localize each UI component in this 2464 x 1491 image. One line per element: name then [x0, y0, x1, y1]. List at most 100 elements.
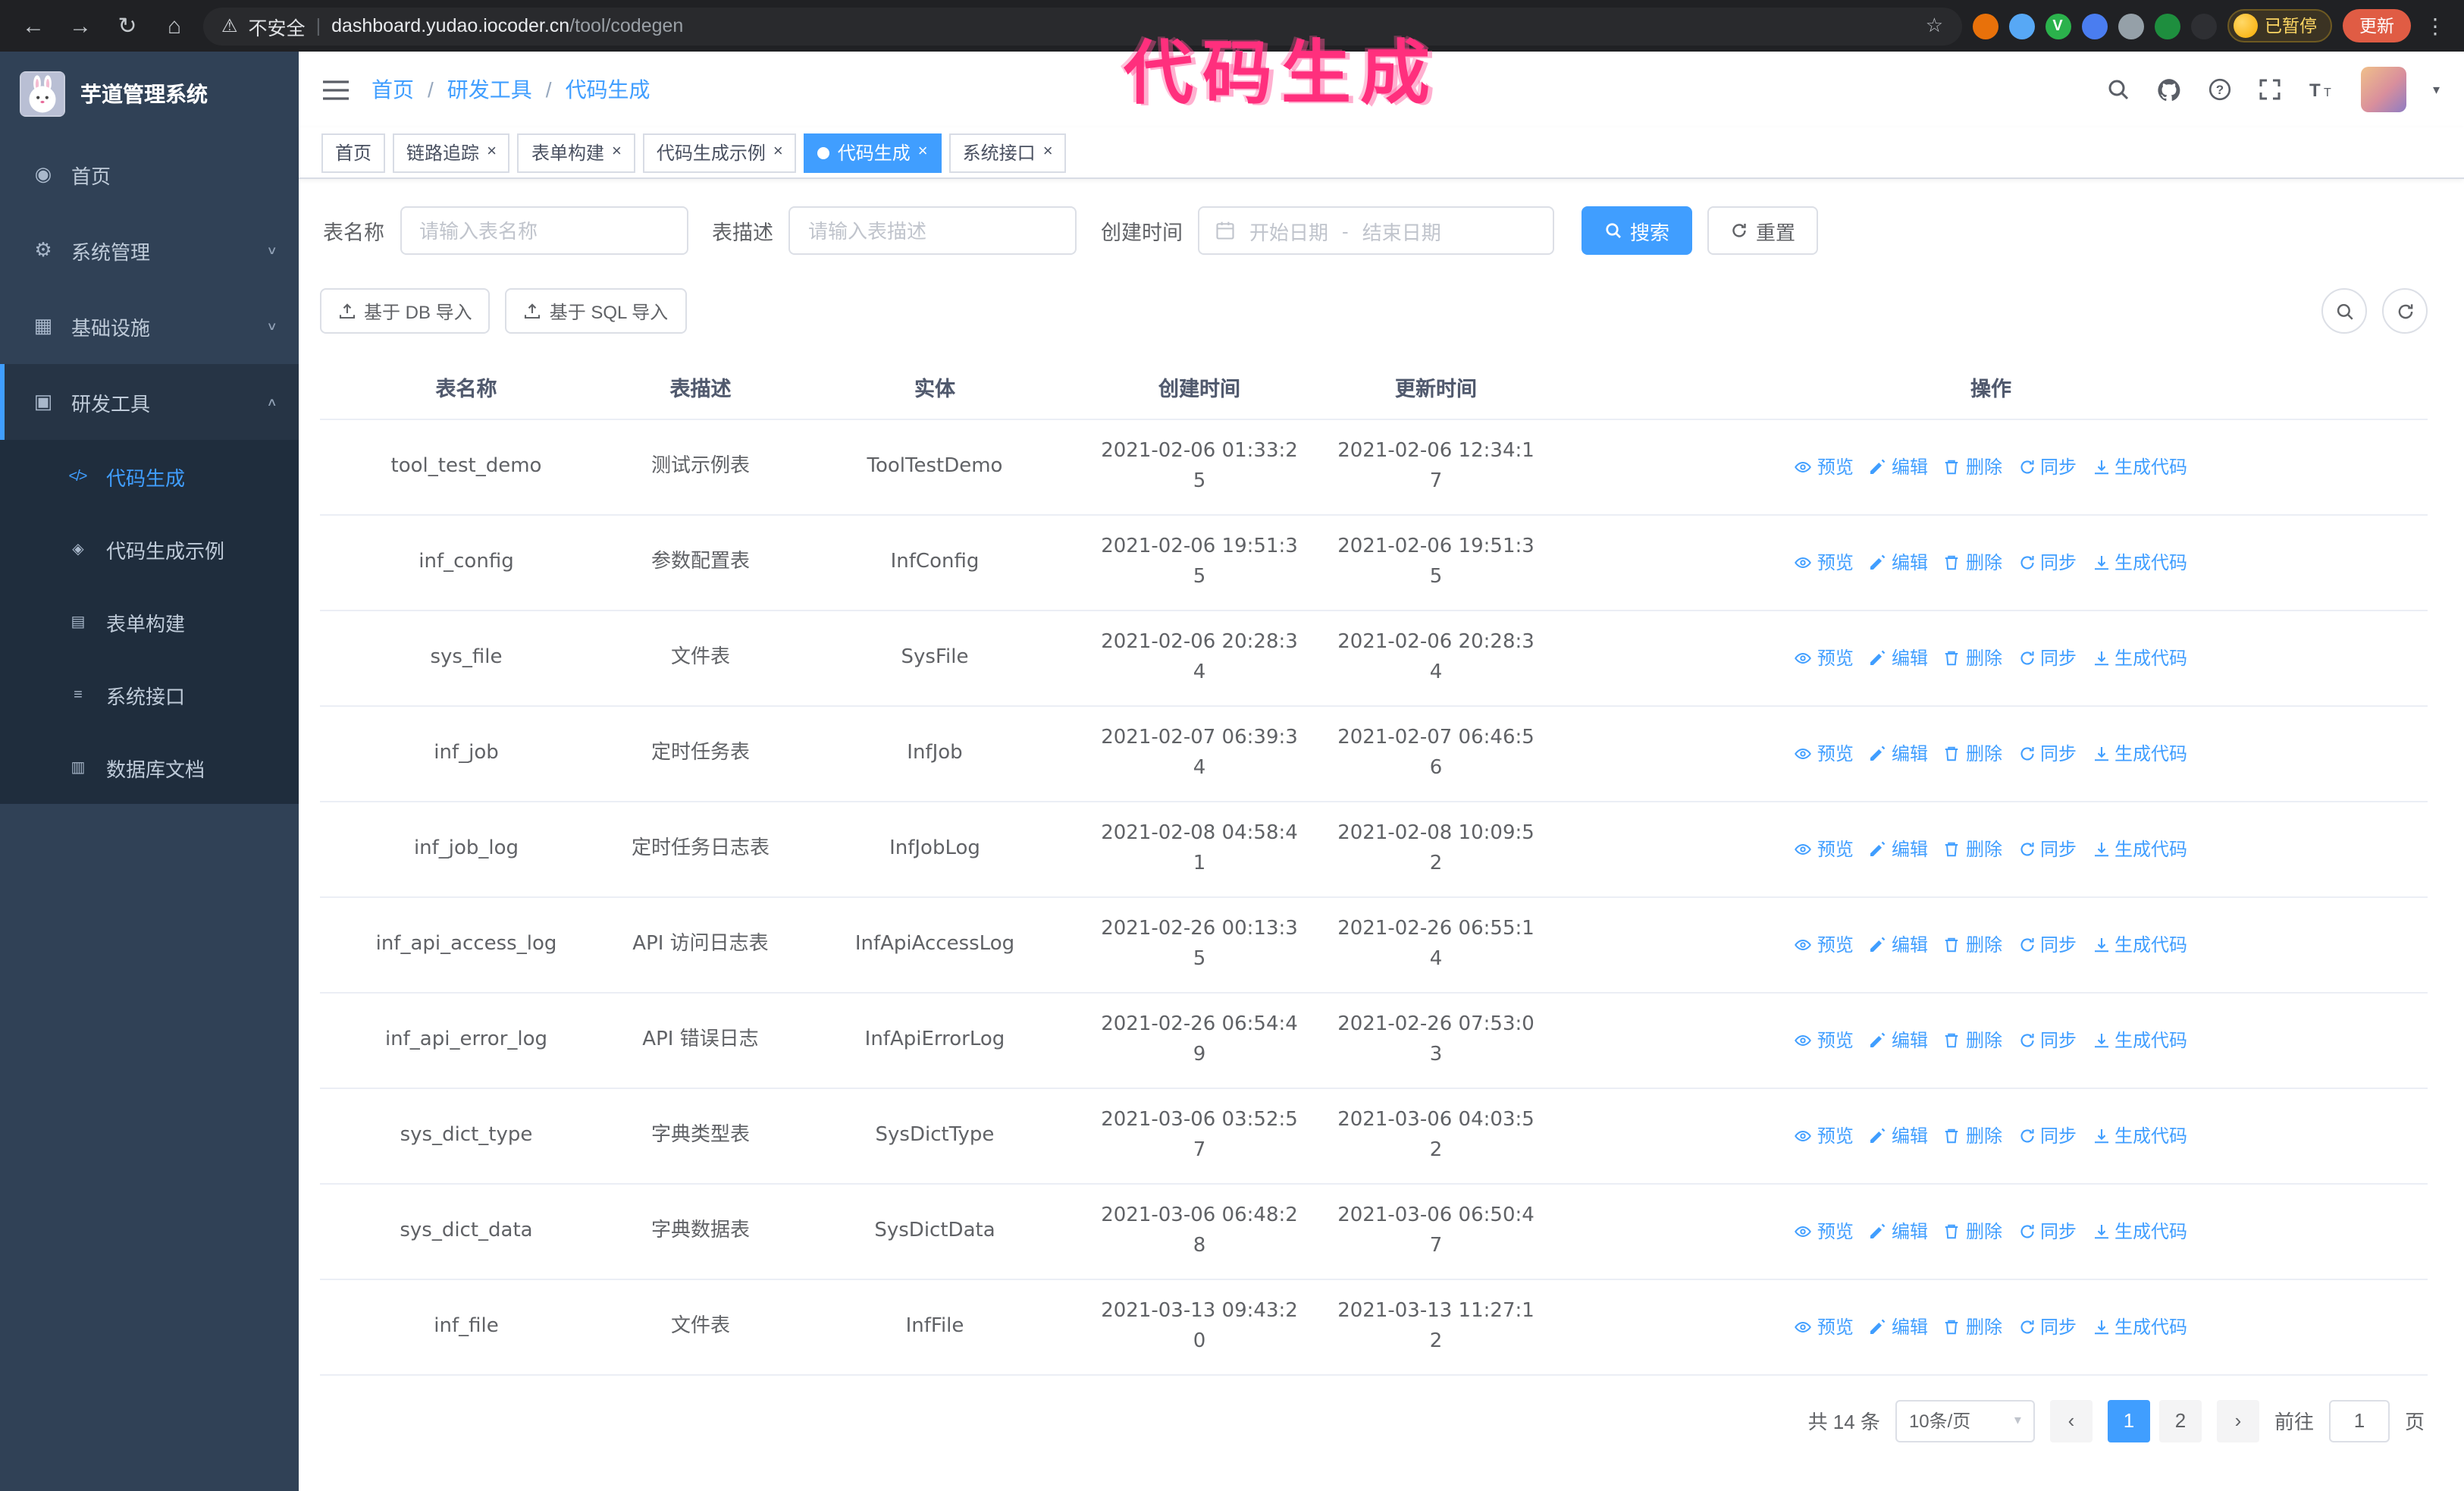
generate-code-link[interactable]: 生成代码 — [2092, 547, 2187, 577]
search-icon[interactable] — [2107, 77, 2131, 102]
edit-link[interactable]: 编辑 — [1869, 451, 1928, 482]
breadcrumb-home[interactable]: 首页 — [371, 74, 414, 105]
generate-code-link[interactable]: 生成代码 — [2092, 738, 2187, 768]
preview-link[interactable]: 预览 — [1795, 1216, 1854, 1246]
extension-icon[interactable]: V — [2045, 13, 2071, 39]
home-button[interactable]: ⌂ — [156, 8, 193, 44]
font-size-icon[interactable]: T T — [2309, 77, 2336, 102]
edit-link[interactable]: 编辑 — [1869, 1311, 1928, 1342]
generate-code-link[interactable]: 生成代码 — [2092, 833, 2187, 864]
sync-link[interactable]: 同步 — [2017, 1025, 2077, 1055]
preview-link[interactable]: 预览 — [1795, 929, 1854, 959]
profile-paused-chip[interactable]: 已暂停 — [2227, 9, 2332, 42]
delete-link[interactable]: 删除 — [1943, 451, 2002, 482]
sync-link[interactable]: 同步 — [2017, 1311, 2077, 1342]
db-import-button[interactable]: 基于 DB 导入 — [320, 288, 491, 334]
sidebar-item[interactable]: ▦ 基础设施 ∨ — [0, 288, 299, 364]
user-avatar[interactable] — [2361, 67, 2407, 112]
edit-link[interactable]: 编辑 — [1869, 929, 1928, 959]
close-icon[interactable]: × — [773, 143, 783, 161]
extension-icon[interactable] — [2081, 13, 2107, 39]
edit-link[interactable]: 编辑 — [1869, 642, 1928, 673]
close-icon[interactable]: × — [918, 143, 928, 161]
sync-link[interactable]: 同步 — [2017, 451, 2077, 482]
delete-link[interactable]: 删除 — [1943, 1216, 2002, 1246]
generate-code-link[interactable]: 生成代码 — [2092, 1120, 2187, 1150]
page-size-select[interactable]: 10条/页 ▾ — [1895, 1399, 2035, 1442]
generate-code-link[interactable]: 生成代码 — [2092, 929, 2187, 959]
generate-code-link[interactable]: 生成代码 — [2092, 451, 2187, 482]
sync-link[interactable]: 同步 — [2017, 642, 2077, 673]
edit-link[interactable]: 编辑 — [1869, 1025, 1928, 1055]
preview-link[interactable]: 预览 — [1795, 451, 1854, 482]
browser-menu-icon[interactable]: ⋮ — [2422, 13, 2449, 39]
delete-link[interactable]: 删除 — [1943, 547, 2002, 577]
delete-link[interactable]: 删除 — [1943, 1025, 2002, 1055]
sidebar-subitem[interactable]: ≡ 系统接口 — [0, 658, 299, 731]
close-icon[interactable]: × — [1043, 143, 1053, 161]
refresh-button[interactable] — [2382, 288, 2428, 334]
generate-code-link[interactable]: 生成代码 — [2092, 1216, 2187, 1246]
sidebar-toggle-icon[interactable] — [323, 78, 349, 101]
close-icon[interactable]: × — [612, 143, 622, 161]
page-number-button[interactable]: 2 — [2158, 1399, 2202, 1442]
preview-link[interactable]: 预览 — [1795, 1311, 1854, 1342]
fullscreen-icon[interactable] — [2259, 77, 2283, 102]
delete-link[interactable]: 删除 — [1943, 642, 2002, 673]
address-bar[interactable]: ⚠ 不安全 | dashboard.yudao.iocoder.cn/tool/… — [203, 7, 1961, 45]
sync-link[interactable]: 同步 — [2017, 929, 2077, 959]
generate-code-link[interactable]: 生成代码 — [2092, 642, 2187, 673]
sidebar-item[interactable]: ◉ 首页 — [0, 137, 299, 212]
hide-search-button[interactable] — [2321, 288, 2367, 334]
edit-link[interactable]: 编辑 — [1869, 738, 1928, 768]
next-page-button[interactable]: › — [2216, 1399, 2259, 1442]
sync-link[interactable]: 同步 — [2017, 738, 2077, 768]
extension-icon[interactable] — [1972, 13, 1998, 39]
goto-page-input[interactable] — [2328, 1399, 2390, 1442]
tab[interactable]: 链路追踪 × — [393, 133, 510, 172]
sidebar-subitem[interactable]: ▤ 表单构建 — [0, 585, 299, 658]
preview-link[interactable]: 预览 — [1795, 1120, 1854, 1150]
back-button[interactable]: ← — [15, 8, 52, 44]
sql-import-button[interactable]: 基于 SQL 导入 — [505, 288, 687, 334]
sync-link[interactable]: 同步 — [2017, 547, 2077, 577]
sidebar-subitem[interactable]: ▥ 数据库文档 — [0, 731, 299, 804]
reset-button[interactable]: 重置 — [1707, 206, 1819, 255]
extension-icon[interactable] — [2190, 13, 2216, 39]
sync-link[interactable]: 同步 — [2017, 1216, 2077, 1246]
close-icon[interactable]: × — [487, 143, 497, 161]
table-name-input[interactable] — [400, 206, 688, 255]
preview-link[interactable]: 预览 — [1795, 738, 1854, 768]
preview-link[interactable]: 预览 — [1795, 642, 1854, 673]
delete-link[interactable]: 删除 — [1943, 1120, 2002, 1150]
sync-link[interactable]: 同步 — [2017, 833, 2077, 864]
github-icon[interactable] — [2157, 77, 2183, 102]
delete-link[interactable]: 删除 — [1943, 738, 2002, 768]
browser-update-button[interactable]: 更新 — [2343, 9, 2411, 42]
edit-link[interactable]: 编辑 — [1869, 1120, 1928, 1150]
tab[interactable]: 系统接口 × — [948, 133, 1067, 172]
sync-link[interactable]: 同步 — [2017, 1120, 2077, 1150]
generate-code-link[interactable]: 生成代码 — [2092, 1311, 2187, 1342]
forward-button[interactable]: → — [62, 8, 99, 44]
tab[interactable]: 代码生成 × — [804, 133, 942, 172]
extension-icon[interactable] — [2118, 13, 2143, 39]
reload-button[interactable]: ↻ — [109, 8, 146, 44]
prev-page-button[interactable]: ‹ — [2049, 1399, 2093, 1442]
search-button[interactable]: 搜索 — [1582, 206, 1693, 255]
delete-link[interactable]: 删除 — [1943, 929, 2002, 959]
help-icon[interactable]: ? — [2209, 77, 2233, 102]
extension-icon[interactable] — [2008, 13, 2034, 39]
sidebar-item[interactable]: ▣ 研发工具 ∧ — [0, 364, 299, 440]
sidebar-subitem[interactable]: ◈ 代码生成示例 — [0, 513, 299, 585]
preview-link[interactable]: 预览 — [1795, 547, 1854, 577]
sidebar-item[interactable]: ⚙ 系统管理 ∨ — [0, 212, 299, 288]
tab[interactable]: 代码生成示例 × — [642, 133, 797, 172]
sidebar-subitem[interactable]: </> 代码生成 — [0, 440, 299, 513]
generate-code-link[interactable]: 生成代码 — [2092, 1025, 2187, 1055]
app-logo[interactable]: 芋道管理系统 — [0, 52, 299, 137]
preview-link[interactable]: 预览 — [1795, 1025, 1854, 1055]
bookmark-star-icon[interactable]: ☆ — [1926, 14, 1943, 38]
date-range-picker[interactable]: 开始日期 - 结束日期 — [1198, 206, 1554, 255]
tab[interactable]: 首页 — [321, 133, 386, 172]
